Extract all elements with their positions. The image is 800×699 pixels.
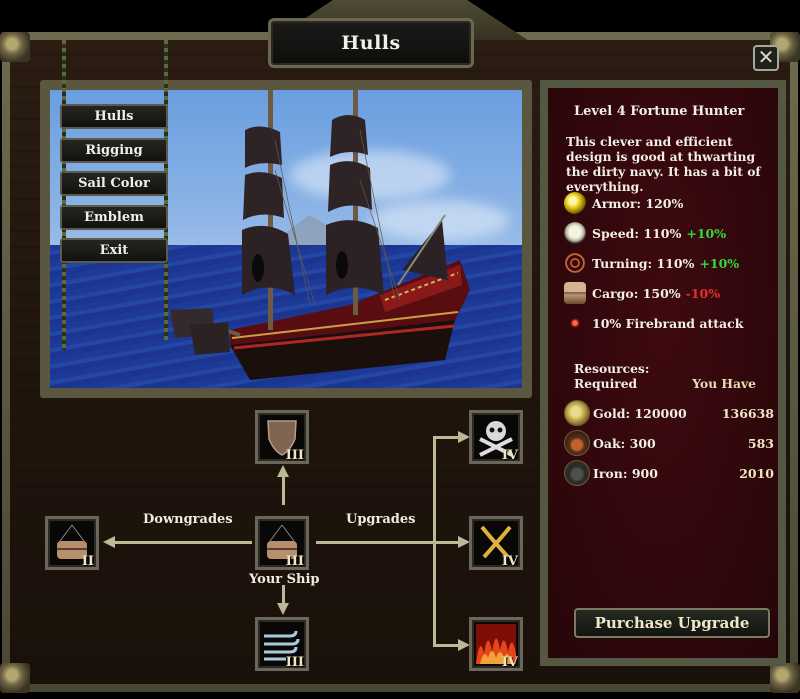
gold-icon bbox=[564, 400, 590, 426]
corner-ornament bbox=[0, 663, 30, 693]
title-plate: Hulls bbox=[268, 18, 474, 68]
downgrade-node-speed[interactable]: III bbox=[255, 617, 309, 671]
resource-gold: Gold: 120000 136638 bbox=[564, 400, 774, 426]
armor-upgrade-line bbox=[282, 475, 285, 505]
menu-hulls-button[interactable]: Hulls bbox=[60, 104, 168, 129]
corner-ornament bbox=[770, 663, 800, 693]
downgrade-arrow bbox=[103, 536, 115, 548]
purchase-upgrade-button[interactable]: Purchase Upgrade bbox=[574, 608, 770, 638]
stat-speed: Speed: 110% +10% bbox=[564, 222, 726, 244]
resource-iron: Iron: 900 2010 bbox=[564, 460, 774, 486]
menu-exit-button[interactable]: Exit bbox=[60, 238, 168, 263]
stat-speed-delta: +10% bbox=[686, 225, 727, 241]
oak-icon bbox=[564, 430, 590, 456]
resource-oak: Oak: 300 583 bbox=[564, 430, 774, 456]
upgrade-line bbox=[316, 541, 462, 544]
iron-icon bbox=[564, 460, 590, 486]
speed-line bbox=[282, 585, 285, 605]
stat-firebrand: 10% Firebrand attack bbox=[564, 312, 743, 334]
downgrades-label: Downgrades bbox=[143, 512, 233, 527]
firebrand-icon bbox=[564, 312, 586, 334]
turning-icon bbox=[564, 252, 586, 274]
menu-sail-color-button[interactable]: Sail Color bbox=[60, 171, 168, 196]
upgrade-node-fire[interactable]: IV bbox=[469, 617, 523, 671]
stat-cargo: Cargo: 150% -10% bbox=[564, 282, 720, 304]
your-ship-label: Your Ship bbox=[249, 572, 320, 587]
corner-ornament bbox=[0, 32, 30, 62]
upgrade-node-armor[interactable]: III bbox=[255, 410, 309, 464]
close-button[interactable]: ✕ bbox=[753, 45, 779, 71]
armor-icon bbox=[564, 192, 586, 214]
ship-description: This clever and efficient design is good… bbox=[566, 134, 761, 194]
menu-rigging-button[interactable]: Rigging bbox=[60, 137, 168, 163]
downgrade-line bbox=[115, 541, 252, 544]
cargo-icon bbox=[564, 282, 586, 304]
window-title: Hulls bbox=[341, 32, 401, 54]
stat-armor: Armor: 120% bbox=[564, 192, 683, 214]
current-ship-node[interactable]: III bbox=[255, 516, 309, 570]
armor-upgrade-arrow bbox=[277, 465, 289, 477]
ship-name: Level 4 Fortune Hunter bbox=[574, 104, 745, 119]
upgrade-node-skull[interactable]: IV bbox=[469, 410, 523, 464]
downgrade-node-cargo[interactable]: II bbox=[45, 516, 99, 570]
stat-cargo-delta: -10% bbox=[685, 285, 721, 301]
speed-icon bbox=[564, 222, 586, 244]
customize-menu: Hulls Rigging Sail Color Emblem Exit bbox=[60, 104, 168, 272]
upgrade-node-swords[interactable]: IV bbox=[469, 516, 523, 570]
ship-info-panel: Level 4 Fortune Hunter This clever and e… bbox=[540, 80, 786, 666]
speed-arrow bbox=[277, 603, 289, 615]
stat-turning: Turning: 110% +10% bbox=[564, 252, 739, 274]
resources-header: Resources: Required bbox=[574, 361, 650, 391]
you-have-header: You Have bbox=[692, 376, 756, 391]
stat-turning-delta: +10% bbox=[699, 255, 740, 271]
upgrade-branch-line bbox=[433, 436, 436, 646]
upgrades-label: Upgrades bbox=[346, 512, 416, 527]
menu-emblem-button[interactable]: Emblem bbox=[60, 204, 168, 230]
